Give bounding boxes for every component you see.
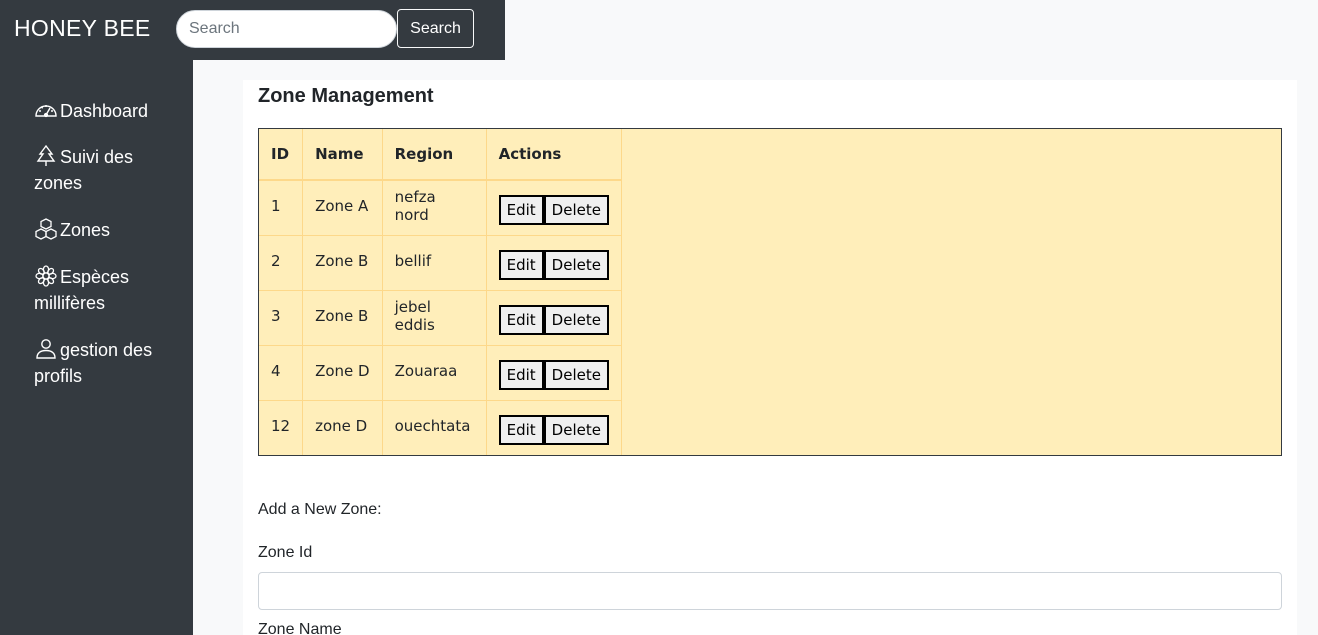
table-row: 1 Zone A nefza nord Edit Delete (259, 179, 622, 235)
cell-actions: Edit Delete (486, 179, 622, 235)
add-zone-heading: Add a New Zone: (258, 501, 382, 518)
edit-button[interactable]: Edit (498, 304, 544, 335)
delete-button[interactable]: Delete (543, 304, 609, 335)
column-header-name: Name (302, 129, 383, 181)
cell-actions: Edit Delete (486, 344, 622, 400)
sidebar-item-label: Dashboard (60, 101, 149, 121)
edit-button[interactable]: Edit (498, 194, 544, 225)
zone-name-label: Zone Name (258, 621, 342, 635)
zone-management-card: Zone Management ID Name Region Actions 1… (243, 80, 1297, 635)
table-row: 2 Zone B bellif Edit Delete (259, 234, 622, 290)
cell-id: 1 (259, 179, 304, 235)
column-header-actions: Actions (486, 129, 622, 181)
sidebar-item-suivi-des-zones[interactable]: Suivi des zones (34, 144, 184, 196)
edit-button[interactable]: Edit (498, 249, 544, 280)
cell-name: Zone B (302, 234, 383, 290)
cell-id: 12 (259, 399, 304, 455)
sidebar-item-zones[interactable]: Zones (34, 217, 184, 243)
zone-id-label: Zone Id (258, 544, 313, 561)
table-header-row: ID Name Region Actions (259, 129, 622, 181)
brand-logo[interactable]: HONEY BEE (14, 15, 151, 42)
zones-table-container: ID Name Region Actions 1 Zone A nefza no… (258, 128, 1282, 456)
tree-icon (34, 144, 58, 167)
edit-button[interactable]: Edit (498, 414, 544, 445)
cell-name: Zone B (302, 289, 383, 345)
cell-actions: Edit Delete (486, 399, 622, 455)
boxes-icon (34, 218, 58, 240)
cell-region: Zouaraa (382, 344, 487, 400)
top-navbar: HONEY BEE Search (0, 0, 505, 60)
table-row: 3 Zone B jebel eddis Edit Delete (259, 289, 622, 345)
sidebar-item-gestion-des-profils[interactable]: gestion des profils (34, 337, 184, 389)
sidebar-item-label: Zones (60, 220, 111, 240)
zone-id-input[interactable] (258, 572, 1282, 610)
cell-region: jebel eddis (382, 289, 487, 345)
page-title: Zone Management (258, 85, 434, 107)
person-icon (34, 338, 58, 360)
cell-name: Zone A (302, 179, 383, 235)
table-row: 4 Zone D Zouaraa Edit Delete (259, 344, 622, 400)
cell-id: 3 (259, 289, 304, 345)
edit-button[interactable]: Edit (498, 359, 544, 390)
cell-id: 2 (259, 234, 304, 290)
zones-table: ID Name Region Actions 1 Zone A nefza no… (259, 129, 622, 455)
flower-icon (34, 265, 58, 287)
cell-region: ouechtata (382, 399, 487, 455)
delete-button[interactable]: Delete (543, 194, 609, 225)
search-input[interactable] (176, 10, 397, 48)
sidebar-item-especes-milliferes[interactable]: Espèces millifères (34, 264, 184, 316)
column-header-id: ID (259, 129, 304, 181)
delete-button[interactable]: Delete (543, 414, 609, 445)
delete-button[interactable]: Delete (543, 249, 609, 280)
search-button[interactable]: Search (397, 9, 474, 48)
column-header-region: Region (382, 129, 487, 181)
cell-region: nefza nord (382, 179, 487, 235)
cell-actions: Edit Delete (486, 289, 622, 345)
cell-actions: Edit Delete (486, 234, 622, 290)
sidebar: Dashboard Suivi des zones Zones Espèces … (0, 60, 193, 635)
cell-region: bellif (382, 234, 487, 290)
sidebar-item-dashboard[interactable]: Dashboard (34, 98, 184, 124)
cell-name: Zone D (302, 344, 383, 400)
table-row: 12 zone D ouechtata Edit Delete (259, 399, 622, 455)
delete-button[interactable]: Delete (543, 359, 609, 390)
cell-name: zone D (302, 399, 383, 455)
speedometer-icon (34, 99, 58, 121)
cell-id: 4 (259, 344, 304, 400)
